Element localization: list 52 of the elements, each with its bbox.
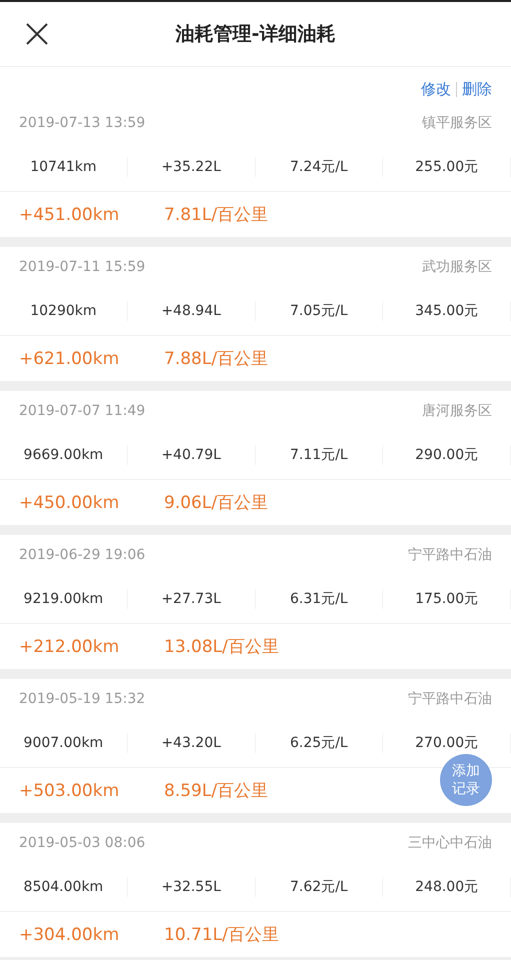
record-value: 10741km bbox=[0, 157, 128, 177]
record-value: +43.20L bbox=[128, 733, 256, 753]
distance-value: +450.00km bbox=[19, 492, 120, 512]
consumption-value: 8.59L/百公里 bbox=[164, 780, 268, 802]
record-value: 345.00元 bbox=[383, 301, 511, 321]
station-name: 三中心中石油 bbox=[408, 834, 492, 852]
record-value: 10290km bbox=[0, 301, 128, 321]
station-name: 宁平路中石油 bbox=[408, 690, 492, 708]
distance-value: +503.00km bbox=[19, 780, 120, 800]
consumption-value: 9.06L/百公里 bbox=[164, 492, 268, 514]
record-value: 255.00元 bbox=[383, 157, 511, 177]
station-name: 唐河服务区 bbox=[422, 402, 492, 420]
consumption-value: 7.81L/百公里 bbox=[164, 204, 268, 226]
record-value: 290.00元 bbox=[383, 445, 511, 465]
close-icon[interactable] bbox=[25, 22, 49, 46]
record-value: 8504.00km bbox=[0, 877, 128, 897]
record-value: +35.22L bbox=[128, 157, 256, 177]
record-value: +27.73L bbox=[128, 589, 256, 609]
distance-value: +451.00km bbox=[19, 204, 120, 224]
record-value: 7.62元/L bbox=[256, 877, 384, 897]
record-value: 270.00元 bbox=[383, 733, 511, 753]
station-name: 宁平路中石油 bbox=[408, 546, 492, 564]
record-value: 175.00元 bbox=[383, 589, 511, 609]
record-value: 9007.00km bbox=[0, 733, 128, 753]
record-value: 6.25元/L bbox=[256, 733, 384, 753]
distance-value: +212.00km bbox=[19, 636, 120, 656]
record-time: 2019-07-11 15:59 bbox=[19, 259, 146, 275]
record-value: +32.55L bbox=[128, 877, 256, 897]
page-title: 油耗管理-详细油耗 bbox=[176, 22, 336, 47]
station-name: 镇平服务区 bbox=[422, 114, 492, 132]
distance-value: +621.00km bbox=[19, 348, 120, 368]
record-time: 2019-06-29 19:06 bbox=[19, 547, 146, 563]
record-value: 7.05元/L bbox=[256, 301, 384, 321]
record-time: 2019-07-13 13:59 bbox=[19, 115, 146, 131]
consumption-value: 13.08L/百公里 bbox=[164, 636, 279, 658]
record-value: 9669.00km bbox=[0, 445, 128, 465]
record-value: 248.00元 bbox=[383, 877, 511, 897]
station-name: 武功服务区 bbox=[422, 258, 492, 276]
record-value: +40.79L bbox=[128, 445, 256, 465]
record-value: 9219.00km bbox=[0, 589, 128, 609]
record-value: 6.31元/L bbox=[256, 589, 384, 609]
distance-value: +304.00km bbox=[19, 924, 120, 944]
record-time: 2019-05-19 15:32 bbox=[19, 691, 146, 707]
record-time: 2019-05-03 08:06 bbox=[19, 835, 146, 851]
consumption-value: 7.88L/百公里 bbox=[164, 348, 268, 370]
action-link[interactable]: 删除 bbox=[462, 80, 492, 98]
action-link[interactable]: 修改 bbox=[421, 80, 451, 98]
record-value: +48.94L bbox=[128, 301, 256, 321]
record-time: 2019-07-07 11:49 bbox=[19, 403, 146, 419]
consumption-value: 10.71L/百公里 bbox=[164, 924, 279, 946]
record-value: 7.11元/L bbox=[256, 445, 384, 465]
record-value: 7.24元/L bbox=[256, 157, 384, 177]
